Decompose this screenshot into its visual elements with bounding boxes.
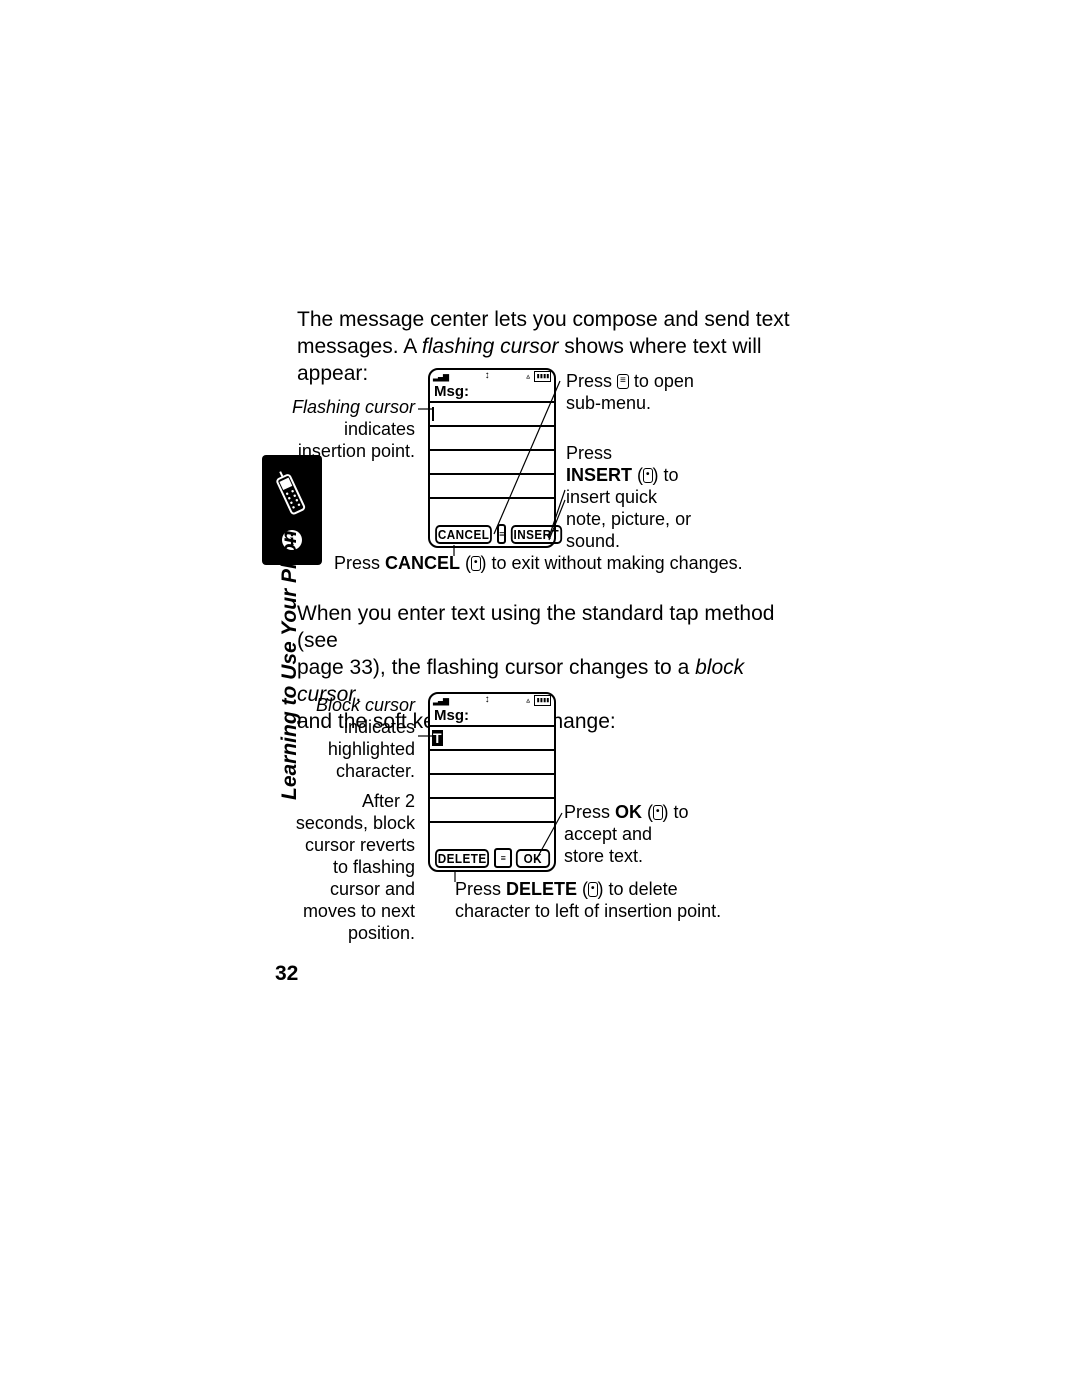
intro-line2a: messages. A: [297, 335, 422, 358]
line2-1: T: [430, 727, 554, 751]
softkey-bar: CANCEL ≡ INSERT: [430, 521, 554, 546]
fig1-annot-cancel: Press CANCEL (•) to exit without making …: [334, 553, 754, 575]
fig2-abl-l5: cursor and: [330, 879, 415, 899]
status-bar: ▂▃▅ ↕ ▵ ▮▮▮▮: [430, 370, 554, 383]
softkey-glyph-del: •: [588, 882, 598, 897]
page-number: 32: [275, 962, 298, 986]
fig1-atr-pre: Press: [566, 371, 617, 391]
fig2-abl-l4: to flashing: [333, 857, 415, 877]
fig1-atr-post: to open: [629, 371, 694, 391]
text-lines: [430, 403, 554, 521]
signal-icon-2: ▂▃▅: [433, 695, 448, 707]
msg-title-2: Msg:: [430, 707, 554, 727]
block-cursor: T: [432, 730, 443, 746]
fig2-ab-post: to delete: [604, 879, 678, 899]
softkey-glyph-ok: •: [653, 805, 663, 820]
intro-line2-italic: flashing cursor: [422, 335, 559, 358]
battery-icon: ▮▮▮▮: [534, 371, 551, 382]
fig1-ar-l3: insert quick: [566, 487, 657, 507]
line-3: [430, 451, 554, 475]
fig1-ab-pre: Press: [334, 553, 385, 573]
mid-l1: When you enter text using the standard t…: [297, 602, 774, 652]
side-label: Learning to Use Your Phone: [278, 519, 302, 800]
line2-3: [430, 775, 554, 799]
flashing-cursor: [432, 407, 434, 421]
line-5: [430, 499, 554, 521]
fig2-ar-l2: accept and: [564, 824, 652, 844]
fig1-al-l1: Flashing cursor: [292, 397, 415, 417]
fig2-ar-l3: store text.: [564, 846, 643, 866]
fig2-atl-l1: Block cursor: [316, 695, 415, 715]
fig1-ar-l5: sound.: [566, 531, 620, 551]
softkey-delete[interactable]: DELETE: [435, 849, 489, 868]
triangle-icon: ▵: [525, 371, 530, 383]
fig2-abl-l1: After 2: [362, 791, 415, 811]
line-1: [430, 403, 554, 427]
line-2: [430, 427, 554, 451]
softkey-ok[interactable]: OK: [516, 849, 550, 868]
fig2-atl-l2: indicates: [344, 717, 415, 737]
softkey-cancel[interactable]: CANCEL: [435, 525, 492, 544]
fig2-annot-block-cursor: Block cursor indicates highlighted chara…: [300, 695, 415, 783]
fig2-ab-pre: Press: [455, 879, 506, 899]
menu-key-glyph: ≡: [617, 374, 629, 389]
fig1-ab-post: to exit without making changes.: [487, 553, 743, 573]
softkey-insert[interactable]: INSERT: [511, 525, 562, 544]
fig1-ar-l1: Press: [566, 443, 612, 463]
fig1-annot-open-submenu: Press ≡ to open sub-menu.: [566, 371, 726, 415]
fig2-annot-delete: Press DELETE (•) to delete character to …: [455, 879, 775, 923]
line2-4: [430, 799, 554, 823]
fig2-ar-post: to: [669, 802, 689, 822]
intro-line1: The message center lets you compose and …: [297, 308, 790, 331]
fig2-abl-l6: moves to next: [303, 901, 415, 921]
fig1-atr-l2: sub-menu.: [566, 393, 651, 413]
status-bar-2: ▂▃▅ ↕ ▵ ▮▮▮▮: [430, 694, 554, 707]
phone-icon: [272, 469, 312, 525]
fig2-ab-l2: character to left of insertion point.: [455, 901, 721, 921]
softkey-glyph-r: •: [643, 468, 653, 483]
fig2-annot-ok: Press OK (•) to accept and store text.: [564, 802, 714, 868]
line2-2: [430, 751, 554, 775]
fig1-ar-l2b: INSERT: [566, 465, 632, 485]
updown-icon-2: ↕: [484, 695, 489, 706]
line2-5: [430, 823, 554, 845]
text-lines-2: T: [430, 727, 554, 845]
fig1-ar-l2p: to: [659, 465, 679, 485]
softkey-glyph-l: •: [471, 556, 481, 571]
fig2-abl-l7: position.: [348, 923, 415, 943]
fig2-abl-l2: seconds, block: [296, 813, 415, 833]
fig1-ab-bold: CANCEL: [385, 553, 460, 573]
fig2-ar-bold: OK: [615, 802, 642, 822]
softkey-bar-2: DELETE ≡ OK: [430, 845, 554, 870]
signal-icon: ▂▃▅: [433, 371, 448, 383]
softkey-menu-icon-2[interactable]: ≡: [494, 848, 512, 868]
mid-l2a: page 33), the flashing cursor changes to…: [297, 656, 695, 679]
softkey-menu-icon[interactable]: ≡: [497, 524, 506, 544]
updown-icon: ↕: [484, 371, 489, 382]
phone-screen-2: ▂▃▅ ↕ ▵ ▮▮▮▮ Msg: T DELETE ≡ OK: [428, 692, 556, 872]
fig1-ar-l4: note, picture, or: [566, 509, 691, 529]
fig1-annot-flashing-cursor: Flashing cursor indicates insertion poin…: [285, 397, 415, 463]
triangle-icon-2: ▵: [525, 695, 530, 707]
fig1-annot-insert: Press INSERT (•) to insert quick note, p…: [566, 443, 716, 553]
line-4: [430, 475, 554, 499]
battery-icon-2: ▮▮▮▮: [534, 695, 551, 706]
fig1-al-l2: indicates: [344, 419, 415, 439]
fig2-atl-l4: character.: [336, 761, 415, 781]
fig2-ar-pre: Press: [564, 802, 615, 822]
msg-title: Msg:: [430, 383, 554, 403]
phone-screen-1: ▂▃▅ ↕ ▵ ▮▮▮▮ Msg: CANCEL ≡ INSERT: [428, 368, 556, 548]
fig2-abl-l3: cursor reverts: [305, 835, 415, 855]
fig2-ab-bold: DELETE: [506, 879, 577, 899]
fig2-annot-revert: After 2 seconds, block cursor reverts to…: [290, 791, 415, 945]
fig2-atl-l3: highlighted: [328, 739, 415, 759]
